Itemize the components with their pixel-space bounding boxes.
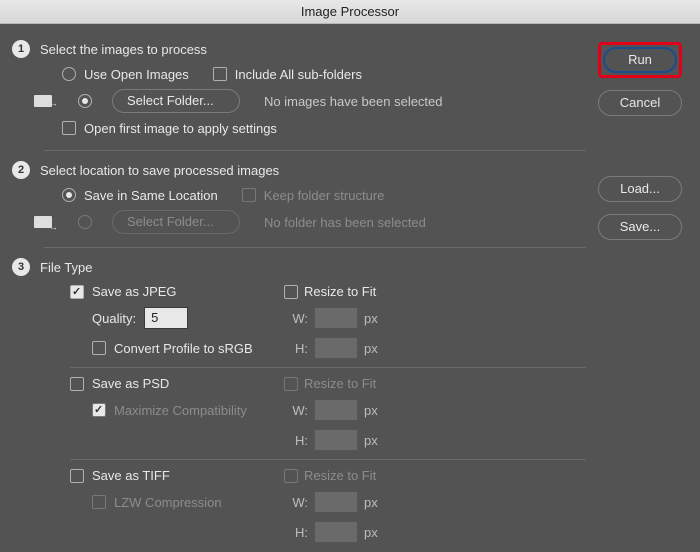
save-button[interactable]: Save... (598, 214, 682, 240)
section-select-images: 1 Select the images to process Use Open … (0, 34, 600, 146)
label-px: px (364, 311, 378, 326)
checkbox-save-jpeg[interactable] (70, 285, 84, 299)
label-tiff-resize: Resize to Fit (304, 468, 376, 483)
folder-icon (34, 214, 56, 230)
checkbox-convert-srgb[interactable] (92, 341, 106, 355)
input-psd-h (314, 429, 358, 451)
input-tiff-h (314, 521, 358, 543)
divider (44, 247, 586, 248)
label-quality: Quality: (92, 311, 136, 326)
status-no-folder: No folder has been selected (264, 215, 426, 230)
radio-save-same-location[interactable] (62, 188, 76, 202)
input-tiff-w (314, 491, 358, 513)
label-w: W: (284, 311, 308, 326)
save-select-folder-button: Select Folder... (112, 210, 240, 234)
divider (70, 367, 586, 368)
section-save-location: 2 Select location to save processed imag… (0, 155, 600, 243)
folder-icon (34, 93, 56, 109)
step-badge-2: 2 (12, 161, 30, 179)
run-highlight: Run (598, 42, 682, 78)
label-save-same-location: Save in Same Location (84, 188, 218, 203)
input-psd-w (314, 399, 358, 421)
section-title: Select location to save processed images (40, 163, 279, 178)
label-px: px (364, 525, 378, 540)
divider (44, 150, 586, 151)
label-h: H: (284, 525, 308, 540)
checkbox-save-tiff[interactable] (70, 469, 84, 483)
input-jpeg-h (314, 337, 358, 359)
divider (70, 459, 586, 460)
label-px: px (364, 403, 378, 418)
label-jpeg-resize: Resize to Fit (304, 284, 376, 299)
label-keep-folder-structure: Keep folder structure (264, 188, 385, 203)
checkbox-jpeg-resize[interactable] (284, 285, 298, 299)
label-h: H: (284, 433, 308, 448)
step-badge-3: 3 (12, 258, 30, 276)
label-include-subfolders: Include All sub-folders (235, 67, 362, 82)
window-title: Image Processor (0, 0, 700, 24)
load-button[interactable]: Load... (598, 176, 682, 202)
label-h: H: (284, 341, 308, 356)
checkbox-include-subfolders[interactable] (213, 67, 227, 81)
cancel-button[interactable]: Cancel (598, 90, 682, 116)
radio-use-open-images[interactable] (62, 67, 76, 81)
label-open-first-image: Open first image to apply settings (84, 121, 277, 136)
run-button[interactable]: Run (603, 47, 677, 73)
checkbox-open-first-image[interactable] (62, 121, 76, 135)
radio-select-folder[interactable] (78, 94, 92, 108)
checkbox-save-psd[interactable] (70, 377, 84, 391)
label-use-open-images: Use Open Images (84, 67, 189, 82)
input-jpeg-w (314, 307, 358, 329)
label-psd-resize: Resize to Fit (304, 376, 376, 391)
radio-save-select-folder[interactable] (78, 215, 92, 229)
status-no-images: No images have been selected (264, 94, 443, 109)
section-file-type: 3 File Type Save as JPEG Resize to Fit Q… (0, 252, 600, 552)
action-buttons: Run Cancel Load... Save... (598, 42, 682, 240)
checkbox-maximize-compat (92, 403, 106, 417)
section-title: File Type (40, 260, 93, 275)
label-lzw: LZW Compression (114, 495, 222, 510)
label-w: W: (284, 495, 308, 510)
input-jpeg-quality[interactable]: 5 (144, 307, 188, 329)
step-badge-1: 1 (12, 40, 30, 58)
section-title: Select the images to process (40, 42, 207, 57)
label-px: px (364, 433, 378, 448)
checkbox-keep-folder-structure (242, 188, 256, 202)
checkbox-lzw (92, 495, 106, 509)
label-convert-srgb: Convert Profile to sRGB (114, 341, 253, 356)
label-px: px (364, 495, 378, 510)
label-save-jpeg: Save as JPEG (92, 284, 177, 299)
select-folder-button[interactable]: Select Folder... (112, 89, 240, 113)
checkbox-psd-resize (284, 377, 298, 391)
checkbox-tiff-resize (284, 469, 298, 483)
label-save-psd: Save as PSD (92, 376, 169, 391)
label-w: W: (284, 403, 308, 418)
label-save-tiff: Save as TIFF (92, 468, 170, 483)
label-maximize-compat: Maximize Compatibility (114, 403, 247, 418)
label-px: px (364, 341, 378, 356)
